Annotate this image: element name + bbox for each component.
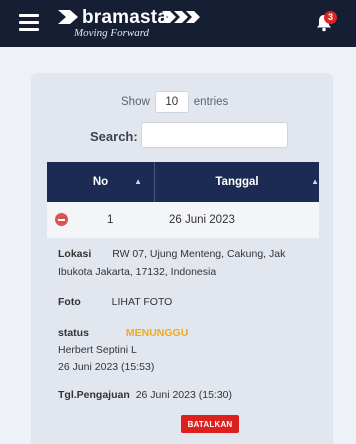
pengajuan-row: Tgl.Pengajuan 26 Juni 2023 (15:30) <box>58 389 232 401</box>
column-header-tanggal[interactable]: Tanggal ▲ <box>155 162 319 202</box>
sort-icon: ▲ <box>134 177 142 186</box>
status-row: status MENUNGGU <box>58 327 188 339</box>
brand-name: bramasta <box>82 7 169 28</box>
table-row[interactable]: 1 26 Juni 2023 <box>47 202 319 238</box>
content-card: Show 10 entries Search: No ▲ Tanggal ▲ 1… <box>31 73 333 444</box>
entries-select[interactable]: 10 <box>154 91 189 113</box>
table-header: No ▲ Tanggal ▲ <box>47 162 319 202</box>
notification-bell[interactable]: 3 <box>316 11 337 34</box>
search-label: Search: <box>90 129 138 144</box>
top-navbar: bramasta Moving Forward 3 <box>0 0 356 47</box>
column-header-tanggal-label: Tanggal <box>215 176 259 188</box>
status-badge: MENUNGGU <box>125 327 189 339</box>
entries-label: entries <box>193 96 229 108</box>
entries-length-control: Show 10 entries <box>121 91 228 113</box>
lokasi-label: Lokasi <box>58 248 92 260</box>
status-time: 26 Juni 2023 (15:53) <box>58 361 155 373</box>
menu-icon[interactable] <box>19 14 39 31</box>
status-by: Herbert Septini L <box>58 344 137 356</box>
logo-arrows-right-icon <box>162 11 200 23</box>
foto-row: Foto LIHAT FOTO <box>58 296 172 308</box>
pengajuan-value: 26 Juni 2023 (15:30) <box>135 389 233 401</box>
batalkan-button[interactable]: BATALKAN <box>181 415 239 433</box>
cell-no: 1 <box>107 214 114 226</box>
sort-icon: ▲ <box>311 177 319 186</box>
lokasi-value-line1: RW 07, Ujung Menteng, Cakung, Jak <box>112 248 286 260</box>
pengajuan-label: Tgl.Pengajuan <box>58 389 130 401</box>
cell-tanggal: 26 Juni 2023 <box>169 214 235 226</box>
search-input[interactable] <box>141 122 288 148</box>
brand-tagline: Moving Forward <box>74 27 150 39</box>
show-label: Show <box>121 96 150 108</box>
foto-label: Foto <box>58 296 81 308</box>
status-label: status <box>58 327 89 339</box>
collapse-row-icon[interactable] <box>55 213 68 226</box>
notification-count-badge: 3 <box>324 11 337 24</box>
brand-logo[interactable]: bramasta Moving Forward <box>58 4 208 44</box>
lokasi-value-line2: Ibukota Jakarta, 17132, Indonesia <box>58 266 217 278</box>
lihat-foto-link[interactable]: LIHAT FOTO <box>112 296 173 308</box>
lokasi-row: Lokasi RW 07, Ujung Menteng, Cakung, Jak <box>58 248 285 260</box>
column-header-no[interactable]: No ▲ <box>47 162 155 202</box>
column-header-no-label: No <box>92 176 109 188</box>
